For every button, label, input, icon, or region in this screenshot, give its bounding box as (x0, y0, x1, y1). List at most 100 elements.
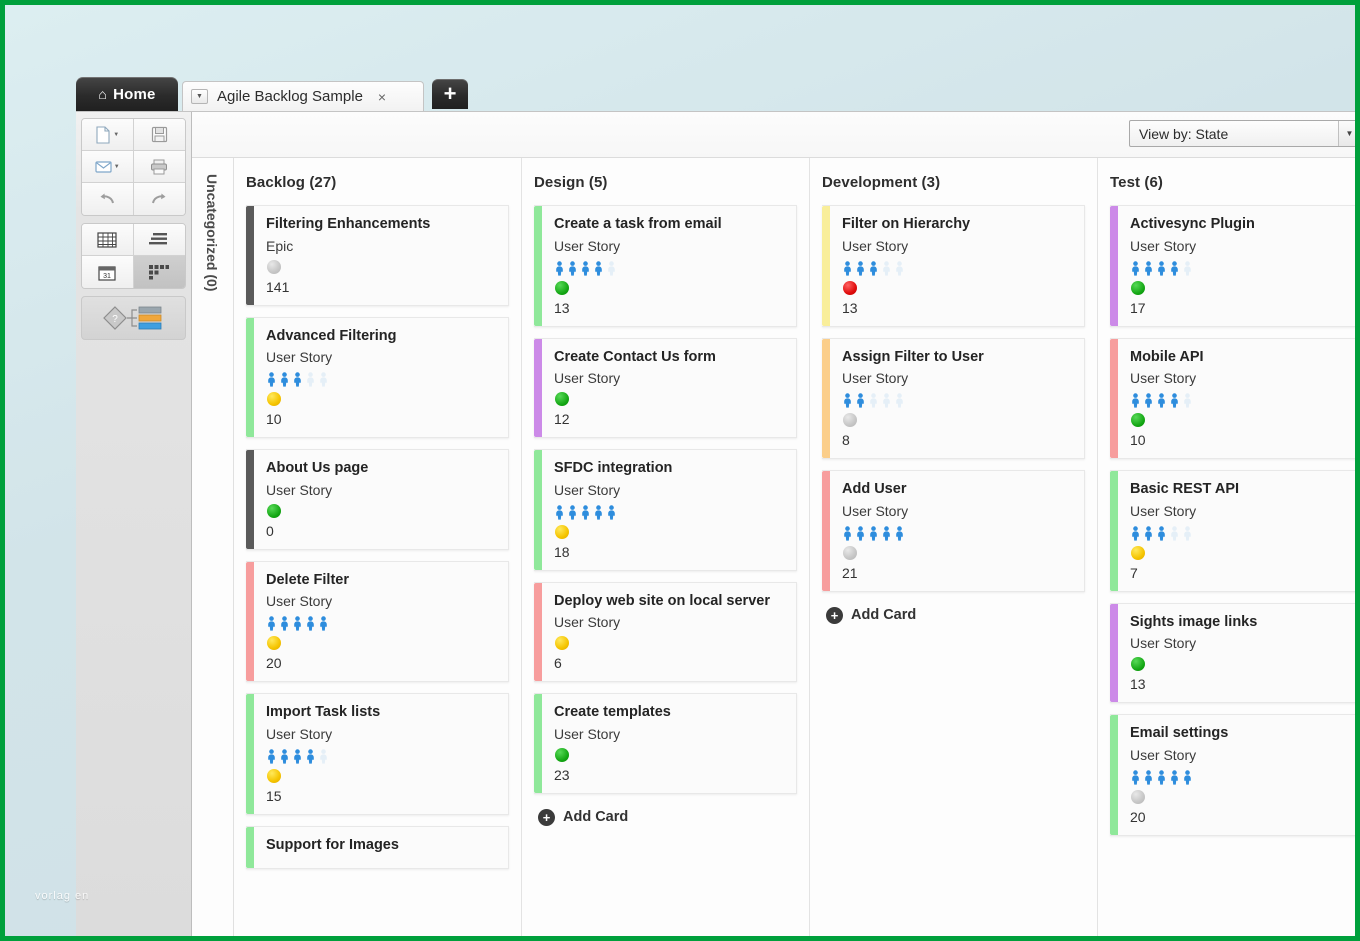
add-card-button[interactable]: + Add Card (534, 805, 797, 826)
card-color-stripe (1110, 471, 1118, 591)
board-area: View by: State ▼ Uncategorized (0) Backl… (192, 112, 1355, 936)
card[interactable]: Basic REST API User Story 7 (1110, 470, 1355, 592)
card-title: Advanced Filtering (266, 327, 397, 344)
card-body: Create templates User Story 23 (542, 694, 796, 793)
tab-agile-backlog-sample[interactable]: ▼ Agile Backlog Sample × (182, 81, 424, 111)
list-view-button[interactable] (133, 224, 185, 256)
status-dot-yellow (1131, 545, 1145, 560)
card[interactable]: Advanced Filtering User Story 10 (246, 316, 509, 439)
card-color-stripe (246, 450, 254, 549)
card-title: Activesync Plugin (1130, 216, 1255, 232)
person-icon (294, 372, 301, 387)
card-type: User Story (554, 481, 621, 498)
chevron-down-icon[interactable]: ▼ (113, 132, 119, 138)
card[interactable]: About Us page User Story 0 (246, 449, 509, 550)
person-icon (268, 616, 275, 631)
card[interactable]: Mobile API User Story 10 (1110, 337, 1355, 460)
card[interactable]: Create Contact Us form User Story 12 (534, 337, 797, 439)
card[interactable]: Sights image links User Story 13 (1110, 602, 1355, 704)
person-icon (307, 616, 314, 631)
tab-strip: ⌂ Home ▼ Agile Backlog Sample × + (76, 75, 1355, 111)
card-body: Advanced Filtering User Story 10 (254, 318, 508, 438)
grid-view-button[interactable] (82, 224, 134, 256)
close-icon[interactable]: × (378, 89, 386, 105)
card[interactable]: SFDC integration User Story 18 (534, 449, 797, 571)
person-icon (307, 372, 314, 387)
column-design: Design (5) Create a task from email User S… (522, 158, 810, 936)
person-icon (1158, 770, 1165, 785)
card-title: Sights image links (1130, 613, 1258, 630)
card[interactable]: Filtering Enhancements Epic 141 (246, 205, 509, 306)
card-title: About Us page (266, 460, 369, 477)
card-body: Assign Filter to User User Story 8 (830, 339, 1084, 459)
view-by-select[interactable]: View by: State ▼ (1129, 120, 1355, 147)
kanban-board-icon (148, 264, 170, 280)
open-mail-button[interactable]: ▼ (82, 151, 134, 183)
person-icon (870, 525, 877, 541)
toolbar-group-workflow: ? (81, 296, 186, 340)
workflow-button[interactable]: ? (82, 301, 185, 335)
card-title: Import Task lists (266, 704, 381, 721)
card-title: SFDC integration (554, 460, 673, 477)
column-title: Test (6) (1110, 174, 1164, 191)
assignee-indicator (1130, 260, 1355, 277)
tab-home[interactable]: ⌂ Home (76, 77, 178, 111)
card-type: User Story (554, 237, 621, 254)
status-dot-green (1131, 280, 1145, 295)
assignee-indicator (1130, 525, 1355, 542)
save-button[interactable] (133, 119, 185, 151)
new-document-button[interactable]: ▼ (82, 119, 134, 151)
undo-arrow-icon (97, 192, 117, 206)
redo-button[interactable] (133, 183, 185, 215)
calendar-view-button[interactable]: 31 (82, 256, 134, 288)
status-dot-yellow (267, 636, 281, 651)
card-number: 10 (266, 411, 282, 428)
card[interactable]: Deploy web site on local server User Stor… (534, 581, 797, 683)
card-color-stripe (534, 694, 542, 793)
card[interactable]: Add User User Story 21 (822, 470, 1085, 592)
redo-arrow-icon (149, 192, 169, 206)
card-title: Basic REST API (1130, 481, 1240, 498)
card-title: Assign Filter to User (842, 348, 984, 365)
person-icon (281, 616, 288, 631)
calendar-icon: 31 (98, 264, 116, 281)
person-icon (281, 372, 288, 387)
chevron-down-icon[interactable]: ▼ (114, 164, 120, 170)
person-icon (1171, 260, 1178, 276)
card-number: 13 (842, 299, 858, 316)
toolbar-group-file: ▼ ▼ (81, 118, 186, 216)
card[interactable]: Filter on Hierarchy User Story 13 (822, 205, 1085, 327)
card[interactable]: Support for Images (246, 825, 509, 870)
card-body: Create a task from email User Story 13 (542, 206, 796, 326)
card[interactable]: Create a task from email User Story 13 (534, 205, 797, 327)
card-number: 17 (1130, 299, 1146, 316)
card-title: Filtering Enhancements (266, 216, 431, 232)
person-icon (896, 525, 903, 541)
undo-button[interactable] (82, 183, 134, 215)
card[interactable]: Delete Filter User Story 20 (246, 560, 509, 683)
card[interactable]: Activesync Plugin User Story 17 (1110, 205, 1355, 327)
add-card-button[interactable]: + Add Card (822, 603, 1085, 624)
add-card-label: Add Card (851, 607, 917, 624)
person-icon (844, 525, 851, 541)
card-color-stripe (1110, 338, 1118, 459)
chevron-down-icon[interactable]: ▼ (1338, 121, 1355, 146)
chevron-down-icon[interactable]: ▼ (191, 89, 208, 104)
status-dot-green (267, 503, 281, 518)
watermark: vorlag en (35, 890, 90, 902)
print-button[interactable] (133, 151, 185, 183)
status-dot-yellow (555, 524, 569, 539)
card[interactable]: Import Task lists User Story 15 (246, 693, 509, 815)
add-tab-button[interactable]: + (432, 79, 468, 109)
assignee-indicator (842, 525, 1074, 542)
person-icon (1184, 393, 1191, 408)
card[interactable]: Create templates User Story 23 (534, 693, 797, 794)
card[interactable]: Email settings User Story 20 (1110, 714, 1355, 836)
card-number: 18 (554, 543, 570, 560)
card-type: User Story (554, 370, 621, 387)
assignee-indicator (1130, 392, 1355, 409)
board-view-button[interactable] (133, 256, 185, 288)
person-icon (1132, 770, 1139, 785)
card[interactable]: Assign Filter to User User Story 8 (822, 337, 1085, 460)
card-type: User Story (1130, 370, 1197, 387)
